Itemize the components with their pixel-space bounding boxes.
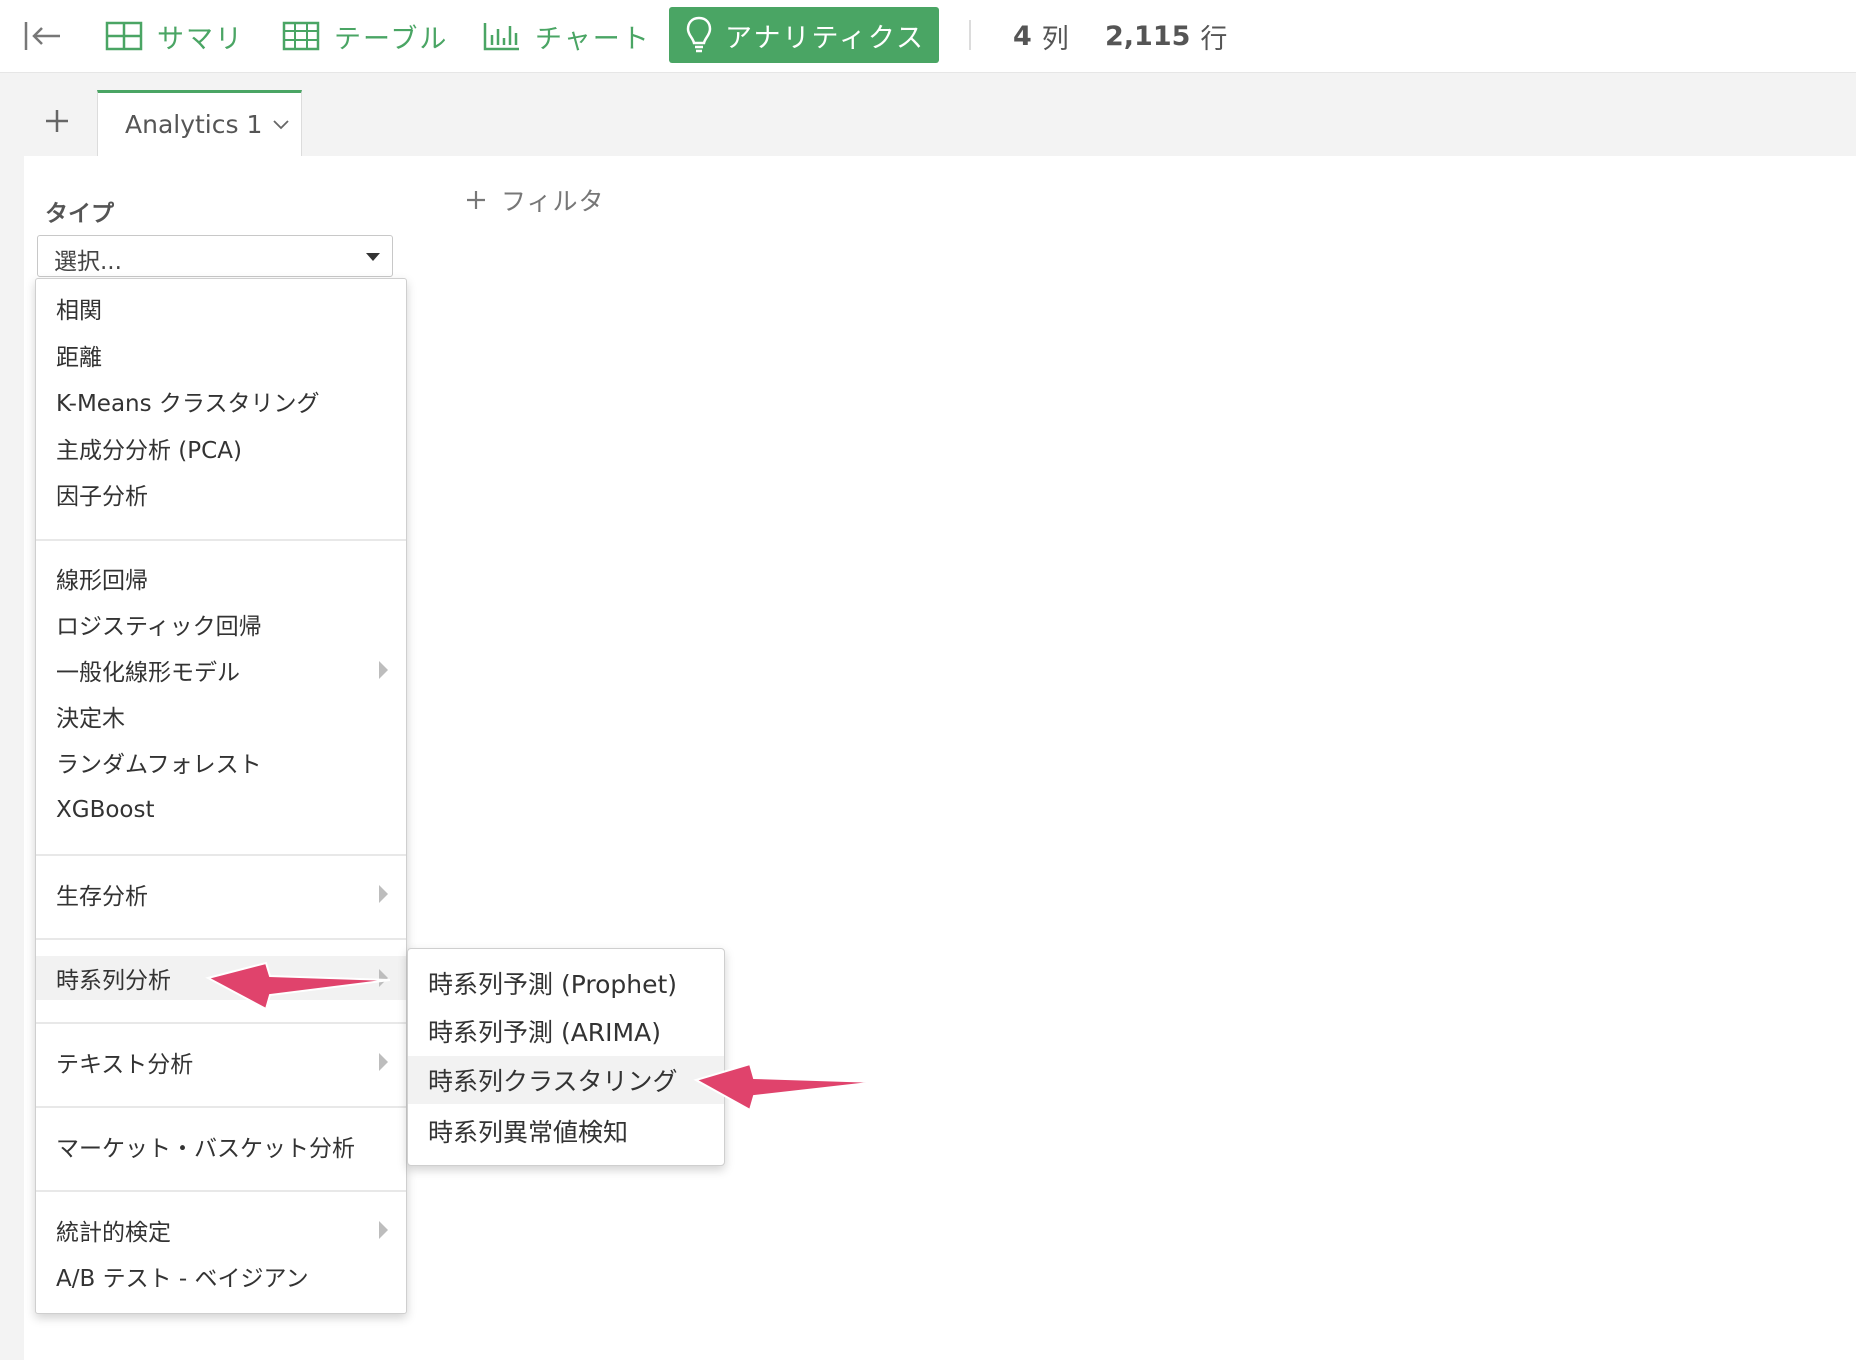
menu-item-label: 生存分析 <box>56 884 148 910</box>
tab-summary-label: サマリ <box>157 23 244 55</box>
submenu-item-label: 時系列予測 (Prophet) <box>428 970 678 999</box>
menu-item-text-analysis[interactable]: テキスト分析 <box>36 1040 406 1084</box>
lightbulb-icon <box>686 16 712 53</box>
tab-analytics-label: アナリティクス <box>725 22 926 54</box>
menu-item-label: マーケット・バスケット分析 <box>56 1136 355 1162</box>
menu-item-ab-test-bayesian[interactable]: A/B テスト - ベイジアン <box>36 1254 406 1298</box>
submenu-arrow-icon <box>379 661 388 679</box>
chevron-down-icon[interactable] <box>272 119 290 131</box>
add-filter-button[interactable]: フィルタ <box>465 182 605 218</box>
menu-divider <box>36 854 406 856</box>
menu-item-label: 線形回帰 <box>56 568 148 594</box>
menu-item-decision-tree[interactable]: 決定木 <box>36 694 406 738</box>
menu-divider <box>36 539 406 541</box>
menu-item-label: 相関 <box>56 298 102 324</box>
collapse-back-icon[interactable] <box>22 16 66 56</box>
annotation-arrow-icon <box>205 961 391 1011</box>
toolbar-divider <box>969 20 971 50</box>
column-count-unit: 列 <box>1041 23 1069 55</box>
menu-item-distance[interactable]: 距離 <box>36 333 406 377</box>
submenu-arrow-icon <box>379 1053 388 1071</box>
type-label: タイプ <box>45 201 114 227</box>
menu-item-label: 因子分析 <box>56 484 148 510</box>
tab-analytics-1-label: Analytics 1 <box>125 110 263 139</box>
caret-down-icon <box>366 253 380 261</box>
menu-item-label: ロジスティック回帰 <box>56 614 262 640</box>
time-series-submenu: 時系列予測 (Prophet) 時系列予測 (ARIMA) 時系列クラスタリング… <box>407 948 725 1166</box>
tab-chart[interactable]: チャート <box>483 0 651 72</box>
menu-item-label: 決定木 <box>56 706 125 732</box>
menu-item-survival-analysis[interactable]: 生存分析 <box>36 872 406 916</box>
menu-item-label: テキスト分析 <box>56 1052 194 1078</box>
menu-item-label: XGBoost <box>56 797 155 823</box>
menu-divider <box>36 1106 406 1108</box>
submenu-item-anomaly-detection[interactable]: 時系列異常値検知 <box>408 1107 724 1155</box>
menu-divider <box>36 1190 406 1192</box>
analytics-type-menu: 相関 距離 K-Means クラスタリング 主成分分析 (PCA) 因子分析 線… <box>35 278 407 1314</box>
menu-item-pca[interactable]: 主成分分析 (PCA) <box>36 426 406 470</box>
top-toolbar: サマリ テーブル チャート アナリティクス 4 列 2,115 行 <box>0 0 1856 73</box>
tab-table[interactable]: テーブル <box>282 0 448 72</box>
menu-item-xgboost[interactable]: XGBoost <box>36 788 406 832</box>
menu-item-factor-analysis[interactable]: 因子分析 <box>36 472 406 516</box>
submenu-item-ts-clustering[interactable]: 時系列クラスタリング <box>408 1056 724 1104</box>
column-count-value: 4 <box>1013 20 1032 52</box>
tab-analytics[interactable]: アナリティクス <box>669 7 939 63</box>
submenu-arrow-icon <box>379 1221 388 1239</box>
add-filter-label: フィルタ <box>501 187 605 216</box>
submenu-item-label: 時系列予測 (ARIMA) <box>428 1018 661 1047</box>
add-tab-button[interactable] <box>40 104 74 138</box>
menu-divider <box>36 938 406 940</box>
submenu-arrow-icon <box>379 885 388 903</box>
menu-item-logistic-regression[interactable]: ロジスティック回帰 <box>36 602 406 646</box>
plus-icon <box>467 191 485 209</box>
summary-grid-icon <box>105 21 143 51</box>
type-select-value: 選択... <box>54 249 122 275</box>
tab-analytics-1[interactable]: Analytics 1 <box>97 90 302 156</box>
menu-item-label: 統計的検定 <box>56 1220 171 1246</box>
menu-item-statistical-test[interactable]: 統計的検定 <box>36 1208 406 1252</box>
menu-divider <box>36 1022 406 1024</box>
row-count-value: 2,115 <box>1105 20 1191 52</box>
submenu-item-arima[interactable]: 時系列予測 (ARIMA) <box>408 1007 724 1055</box>
menu-item-linear-regression[interactable]: 線形回帰 <box>36 556 406 600</box>
menu-item-label: 主成分分析 (PCA) <box>56 438 242 464</box>
submenu-item-prophet[interactable]: 時系列予測 (Prophet) <box>408 959 724 1007</box>
menu-item-label: 距離 <box>56 345 102 371</box>
type-select[interactable]: 選択... <box>37 235 393 277</box>
submenu-item-label: 時系列クラスタリング <box>428 1067 678 1096</box>
menu-item-label: K-Means クラスタリング <box>56 391 320 417</box>
menu-item-label: ランダムフォレスト <box>56 752 262 778</box>
menu-item-label: 一般化線形モデル <box>56 660 240 686</box>
tab-table-label: テーブル <box>334 23 449 55</box>
annotation-arrow-icon <box>693 1062 879 1112</box>
tab-summary[interactable]: サマリ <box>105 0 244 72</box>
row-count: 2,115 行 <box>1105 0 1227 72</box>
menu-item-label: 時系列分析 <box>56 968 171 994</box>
menu-item-correlation[interactable]: 相関 <box>36 286 406 330</box>
tab-chart-label: チャート <box>535 23 651 55</box>
table-icon <box>282 21 320 51</box>
menu-item-label: A/B テスト - ベイジアン <box>56 1266 309 1292</box>
plus-icon <box>46 110 68 132</box>
menu-item-random-forest[interactable]: ランダムフォレスト <box>36 740 406 784</box>
row-count-unit: 行 <box>1200 23 1228 55</box>
menu-item-market-basket[interactable]: マーケット・バスケット分析 <box>36 1124 406 1168</box>
submenu-item-label: 時系列異常値検知 <box>428 1118 629 1147</box>
column-count: 4 列 <box>1013 0 1069 72</box>
bar-chart-icon <box>483 23 519 51</box>
menu-item-kmeans[interactable]: K-Means クラスタリング <box>36 379 406 423</box>
menu-item-glm[interactable]: 一般化線形モデル <box>36 648 406 692</box>
